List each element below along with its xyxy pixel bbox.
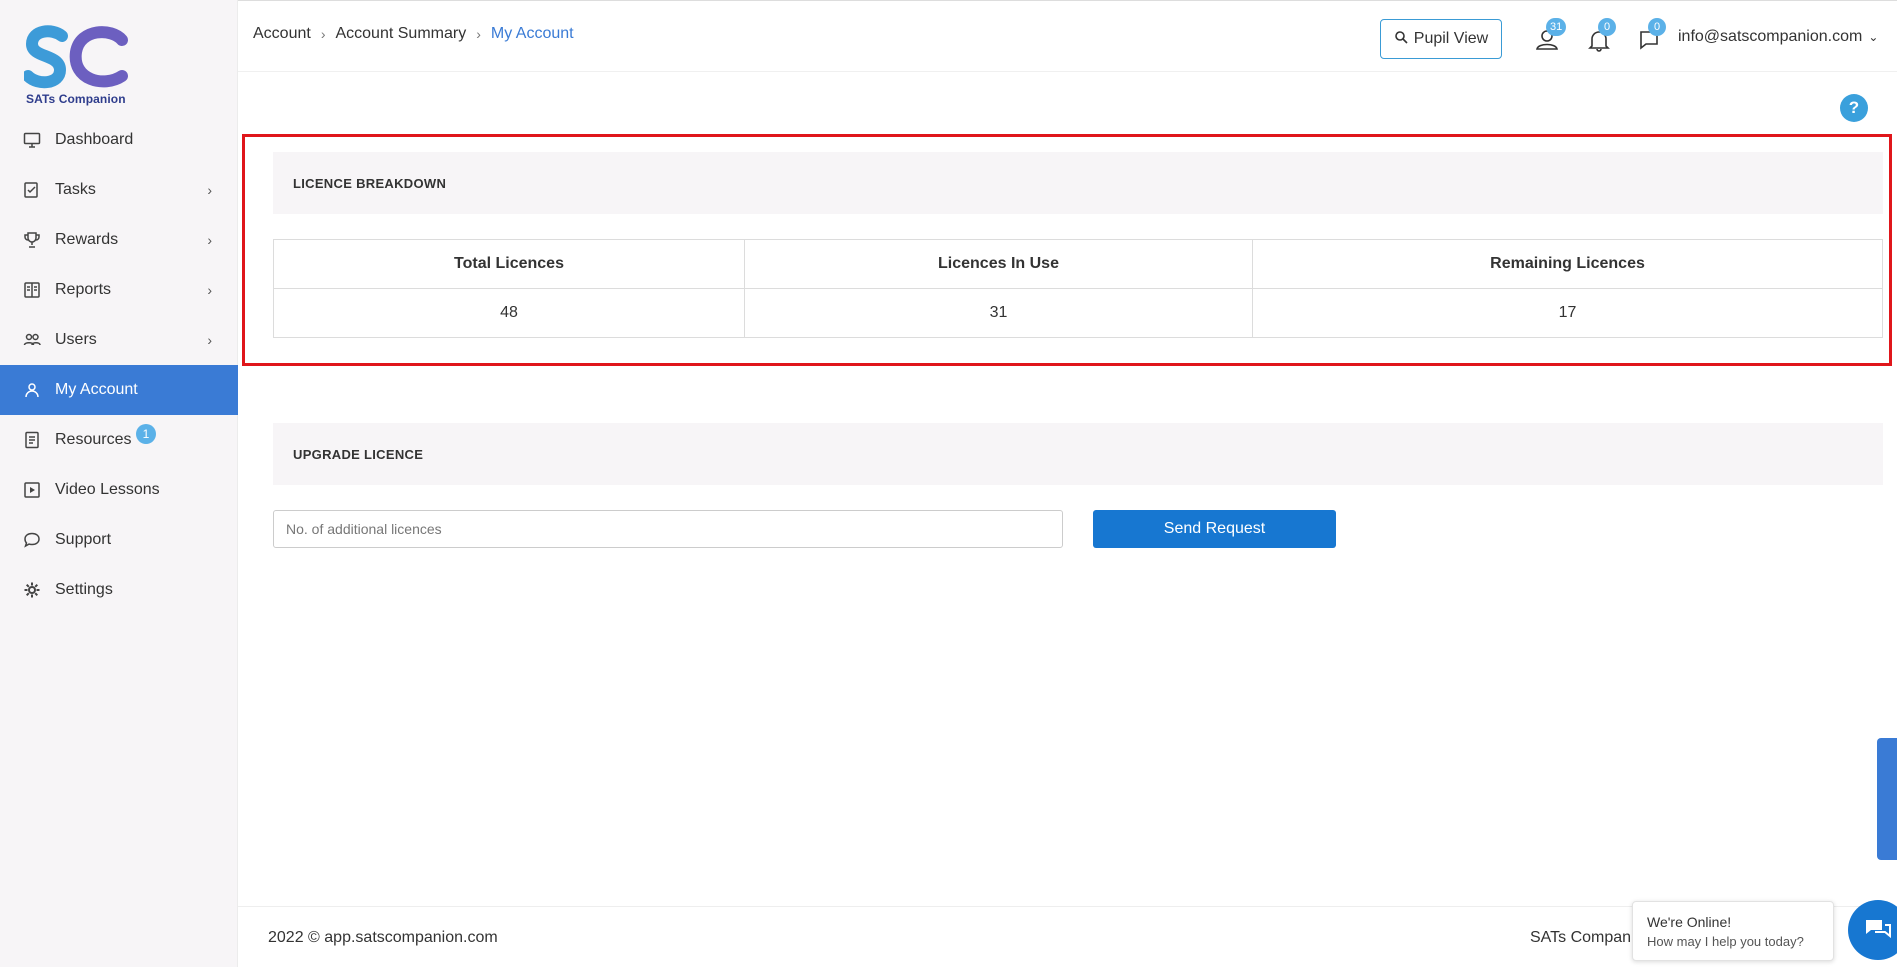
footer-brand: SATs Compan: [1530, 929, 1632, 946]
pupil-view-label: Pupil View: [1413, 30, 1489, 47]
chevron-right-icon: ›: [207, 332, 212, 348]
sidebar-item-label: Reports: [55, 281, 112, 298]
column-header: Licences In Use: [744, 239, 1253, 289]
additional-licences-input[interactable]: [273, 510, 1063, 548]
sidebar-item-label: Users: [55, 331, 97, 348]
chat-subtitle: How may I help you today?: [1647, 934, 1804, 949]
app-root: SATs Companion Dashboard Tasks › Rewards: [0, 0, 1897, 967]
total-licences-value: 48: [273, 288, 745, 338]
breadcrumb: Account › Account Summary › My Account: [253, 25, 574, 43]
account-icon: [22, 380, 42, 400]
sidebar-nav: Dashboard Tasks › Rewards › Reports › Us…: [0, 115, 238, 615]
upgrade-licence-header: UPGRADE LICENCE: [273, 423, 1883, 485]
chat-popup[interactable]: We're Online! How may I help you today?: [1632, 901, 1834, 961]
notifications-button[interactable]: 0: [1584, 18, 1616, 55]
reports-icon: [22, 280, 42, 300]
licences-in-use-value: 31: [744, 288, 1253, 338]
table-header-row: Total Licences Licences In Use Remaining…: [273, 239, 1883, 289]
breadcrumb-item-account[interactable]: Account: [253, 25, 311, 43]
sidebar-item-users[interactable]: Users ›: [0, 315, 238, 365]
sidebar-item-video-lessons[interactable]: Video Lessons: [0, 465, 238, 515]
licence-breakdown-title: LICENCE BREAKDOWN: [293, 175, 447, 191]
tasks-icon: [22, 180, 42, 200]
sidebar-item-label: Video Lessons: [55, 481, 160, 498]
sidebar-item-label: Dashboard: [55, 131, 134, 148]
sidebar-item-tasks[interactable]: Tasks ›: [0, 165, 238, 215]
help-icon[interactable]: ?: [1840, 94, 1868, 122]
sidebar-item-label: Support: [55, 531, 112, 548]
users-icon: [22, 330, 42, 350]
chevron-right-icon: ›: [207, 282, 212, 298]
upgrade-licence-title: UPGRADE LICENCE: [293, 446, 424, 462]
support-icon: [22, 530, 42, 550]
column-header: Remaining Licences: [1252, 239, 1883, 289]
sidebar: SATs Companion Dashboard Tasks › Rewards: [0, 0, 238, 967]
chevron-right-icon: ›: [476, 26, 481, 42]
users-header-button[interactable]: 31: [1532, 18, 1567, 55]
chat-title: We're Online!: [1647, 914, 1732, 930]
sidebar-item-label: Settings: [55, 581, 113, 598]
messages-button[interactable]: 0: [1634, 18, 1666, 55]
resources-badge: 1: [136, 424, 156, 444]
sidebar-item-reports[interactable]: Reports ›: [0, 265, 238, 315]
chat-icon: [1866, 920, 1891, 939]
users-count-badge: 31: [1546, 18, 1567, 36]
top-bar: Account › Account Summary › My Account P…: [238, 0, 1897, 72]
video-icon: [22, 480, 42, 500]
pupil-view-button[interactable]: Pupil View: [1380, 19, 1502, 59]
sidebar-item-label: Tasks: [55, 181, 96, 198]
table-row: 48 31 17: [273, 288, 1883, 338]
messages-badge: 0: [1648, 18, 1666, 36]
breadcrumb-item-account-summary[interactable]: Account Summary: [335, 25, 466, 43]
sidebar-item-rewards[interactable]: Rewards ›: [0, 215, 238, 265]
chevron-right-icon: ›: [207, 232, 212, 248]
column-header: Total Licences: [273, 239, 745, 289]
licence-table: Total Licences Licences In Use Remaining…: [273, 239, 1883, 338]
send-request-button[interactable]: Send Request: [1093, 510, 1336, 548]
sidebar-item-resources[interactable]: Resources 1: [0, 415, 238, 465]
feedback-tab[interactable]: [1877, 738, 1897, 860]
monitor-icon: [22, 130, 42, 150]
chevron-right-icon: ›: [320, 26, 326, 42]
resources-icon: [22, 430, 42, 450]
remaining-licences-value: 17: [1252, 288, 1883, 338]
chevron-right-icon: ›: [207, 182, 212, 198]
user-menu[interactable]: info@satscompanion.com ⌄: [1678, 28, 1878, 46]
chevron-down-icon: ⌄: [1868, 30, 1879, 44]
sidebar-item-dashboard[interactable]: Dashboard: [0, 115, 238, 165]
sidebar-item-label: Resources: [55, 431, 132, 448]
licence-breakdown-header: LICENCE BREAKDOWN: [273, 152, 1883, 214]
sidebar-item-support[interactable]: Support: [0, 515, 238, 565]
footer-copyright: 2022 © app.satscompanion.com: [268, 929, 498, 946]
logo-text: SATs Companion: [26, 92, 126, 106]
trophy-icon: [22, 230, 42, 250]
sidebar-item-label: My Account: [55, 381, 138, 398]
sidebar-item-label: Rewards: [55, 231, 119, 248]
notifications-badge: 0: [1598, 18, 1616, 36]
sidebar-item-settings[interactable]: Settings: [0, 565, 238, 615]
gear-icon: [22, 580, 42, 600]
breadcrumb-item-current: My Account: [490, 25, 574, 42]
sidebar-item-my-account[interactable]: My Account: [0, 365, 238, 415]
search-icon: [1394, 30, 1408, 49]
user-email: info@satscompanion.com: [1678, 28, 1863, 45]
